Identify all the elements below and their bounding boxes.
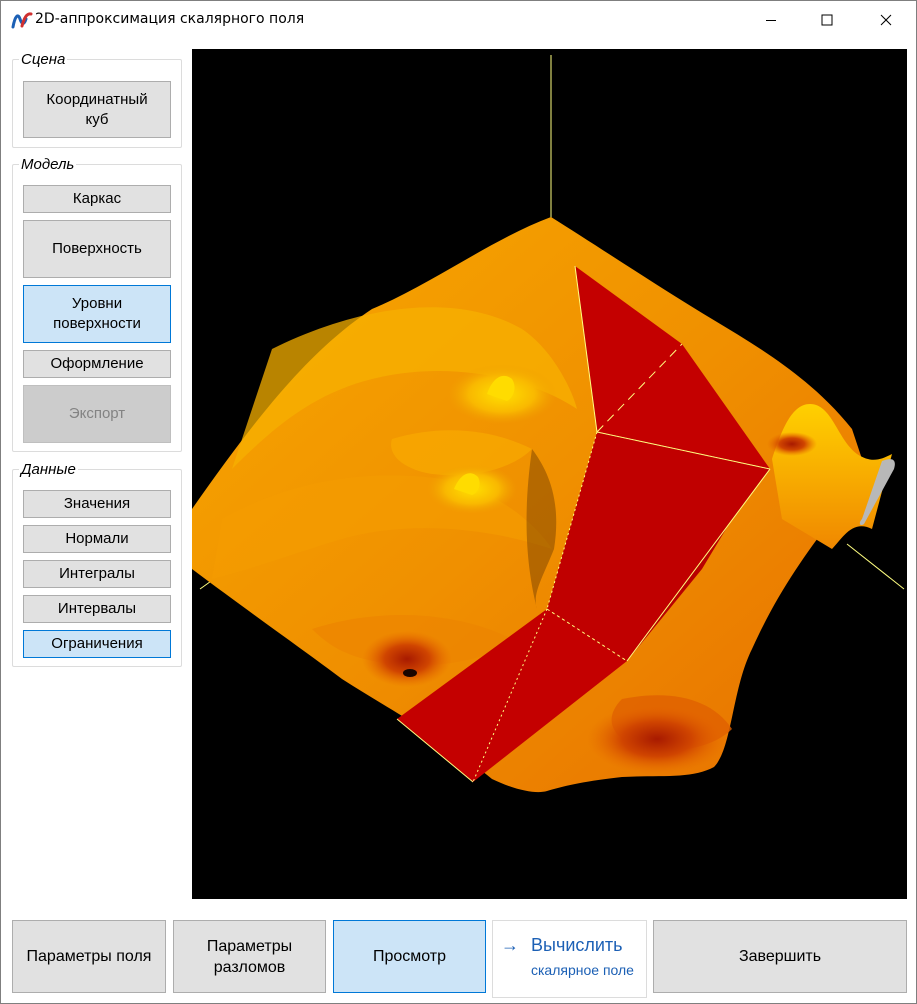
scalar-field-render: [192, 55, 905, 793]
title-bar[interactable]: 2D-аппроксимация скалярного поля: [1, 1, 916, 39]
surface-button[interactable]: Поверхность: [23, 220, 171, 278]
3d-viewport[interactable]: [192, 49, 907, 899]
surface-pit-left-hole: [403, 669, 417, 677]
surface-levels-button[interactable]: Уровни поверхности: [23, 285, 171, 343]
coordinate-cube-button[interactable]: Координатный куб: [23, 81, 171, 138]
surface-pit-right: [587, 704, 727, 774]
compute-scalar-field-button[interactable]: → Вычислить скалярное поле: [492, 920, 647, 998]
axis-right: [846, 543, 905, 590]
close-icon[interactable]: [863, 1, 909, 39]
model-group-title: Модель: [19, 156, 77, 173]
styling-button[interactable]: Оформление: [23, 350, 171, 378]
data-group-title: Данные: [19, 461, 78, 478]
app-logo-icon: [11, 10, 33, 30]
scene-group-title: Сцена: [19, 51, 68, 68]
compute-label: Вычислить: [531, 935, 623, 955]
values-button[interactable]: Значения: [23, 490, 171, 518]
finish-button[interactable]: Завершить: [653, 920, 907, 993]
normals-button[interactable]: Нормали: [23, 525, 171, 553]
wireframe-button[interactable]: Каркас: [23, 185, 171, 213]
window-title: 2D-аппроксимация скалярного поля: [35, 11, 305, 27]
minimize-icon[interactable]: [748, 1, 794, 39]
surface-pit-left: [362, 631, 452, 687]
main-window: 2D-аппроксимация скалярного поля Сцена К…: [0, 0, 917, 1004]
arrow-right-icon: →: [501, 935, 519, 955]
maximize-icon[interactable]: [804, 1, 850, 39]
fault-params-button[interactable]: Параметры разломов: [173, 920, 326, 993]
compute-note: скалярное поле: [531, 962, 634, 978]
export-button[interactable]: Экспорт: [23, 385, 171, 443]
constraints-button[interactable]: Ограничения: [23, 630, 171, 658]
intervals-button[interactable]: Интервалы: [23, 595, 171, 623]
field-params-button[interactable]: Параметры поля: [12, 920, 166, 993]
surface-pit-right-2: [767, 432, 817, 456]
integrals-button[interactable]: Интегралы: [23, 560, 171, 588]
preview-button[interactable]: Просмотр: [333, 920, 486, 993]
